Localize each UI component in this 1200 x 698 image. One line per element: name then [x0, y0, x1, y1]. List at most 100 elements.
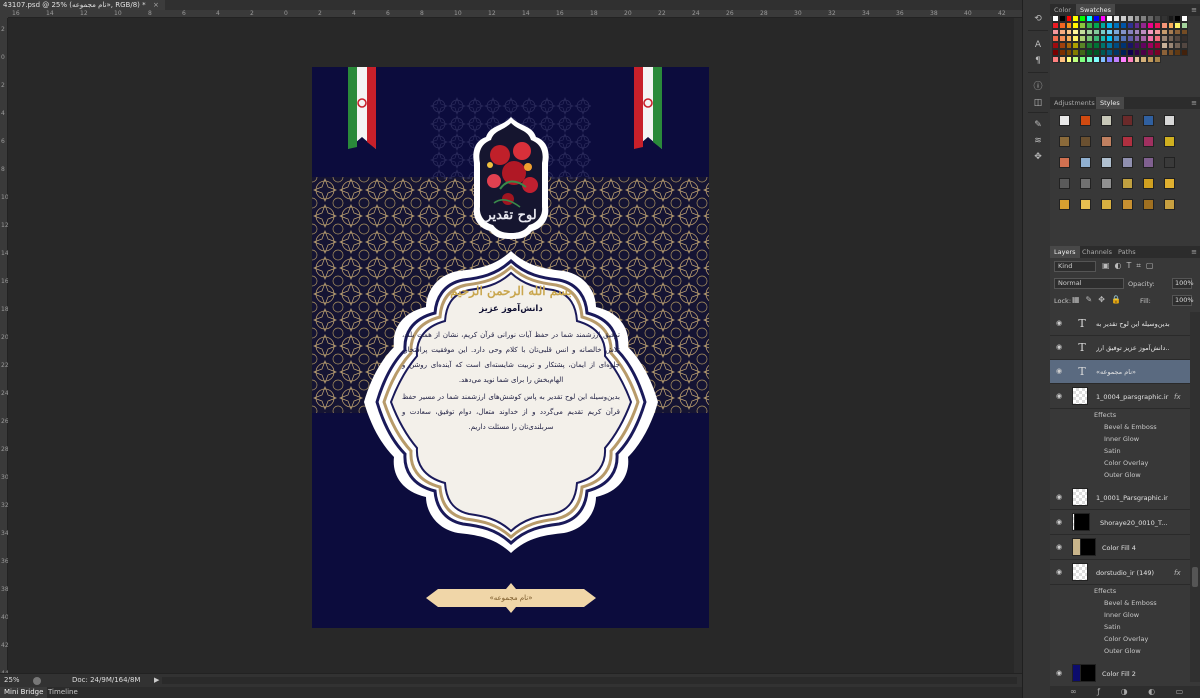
swatch[interactable] — [1058, 35, 1066, 43]
style-preset[interactable] — [1054, 152, 1075, 173]
layer-name[interactable]: 1_0004_parsgraphic.ir c... — [1096, 393, 1170, 401]
swatch[interactable] — [1085, 35, 1093, 43]
swatch[interactable] — [1099, 48, 1107, 56]
swatch[interactable] — [1147, 21, 1154, 29]
swatch[interactable] — [1113, 35, 1120, 43]
swatch[interactable] — [1119, 48, 1127, 56]
swatch[interactable] — [1058, 55, 1066, 63]
swatch[interactable] — [1085, 15, 1093, 22]
swatch[interactable] — [1065, 48, 1073, 56]
layer-row[interactable]: ◉ 1_0001_Parsgraphic.ir — [1050, 485, 1190, 510]
effects-header[interactable]: Effects — [1050, 409, 1190, 421]
effect-item[interactable]: Inner Glow — [1050, 609, 1190, 621]
layer-name[interactable]: dorstudio_ir (149) — [1096, 569, 1170, 577]
swatch[interactable] — [1079, 15, 1086, 22]
zoom-level[interactable]: 25% — [4, 676, 20, 684]
swatch[interactable] — [1052, 42, 1059, 49]
swatch[interactable] — [1092, 21, 1100, 29]
effect-item[interactable]: Bevel & Emboss — [1050, 421, 1190, 433]
swatch[interactable] — [1126, 21, 1134, 29]
style-preset[interactable] — [1138, 194, 1159, 215]
swatch[interactable] — [1133, 42, 1141, 49]
swatch[interactable] — [1126, 55, 1134, 63]
certificate-paragraph-1[interactable]: توفیق ارزشمند شما در حفظ آیات نورانی قرآ… — [402, 328, 620, 388]
swatch[interactable] — [1181, 15, 1188, 22]
character-icon[interactable]: A — [1031, 38, 1045, 52]
style-preset[interactable] — [1096, 131, 1117, 152]
name-placeholder-text[interactable]: «نام مجموعه» — [426, 583, 596, 613]
swatch[interactable] — [1140, 15, 1148, 22]
certificate-paragraph-2[interactable]: بدین‌وسیله این لوح تقدیر به پاس کوشش‌های… — [402, 390, 620, 435]
swatch[interactable] — [1126, 48, 1134, 56]
zoom-icon[interactable] — [33, 677, 41, 685]
tab-adjustments[interactable]: Adjustments — [1050, 97, 1099, 109]
layers-menu-icon[interactable]: ≡ — [1191, 246, 1197, 258]
swatch[interactable] — [1119, 42, 1127, 49]
swatch[interactable] — [1113, 21, 1120, 29]
style-preset[interactable] — [1054, 110, 1075, 131]
swatch[interactable] — [1167, 48, 1175, 56]
swatch[interactable] — [1052, 15, 1059, 22]
swatch[interactable] — [1065, 42, 1073, 49]
swatch[interactable] — [1065, 55, 1073, 63]
opacity-input[interactable]: 100% — [1172, 278, 1194, 289]
layer-effects-icon[interactable]: fx — [1174, 393, 1181, 401]
swatch[interactable] — [1106, 48, 1114, 56]
swatch[interactable] — [1119, 28, 1127, 36]
swatch[interactable] — [1099, 28, 1107, 36]
effect-item[interactable]: Satin — [1050, 445, 1190, 457]
swatch[interactable] — [1174, 48, 1182, 56]
ruler-corner[interactable] — [0, 10, 8, 18]
swatch[interactable] — [1052, 21, 1059, 29]
style-preset[interactable] — [1096, 110, 1117, 131]
layer-name[interactable]: «نام مجموعه» — [1096, 368, 1170, 376]
filter-icons[interactable]: ▣◐T⌗▢ — [1102, 261, 1159, 271]
swatch[interactable] — [1092, 15, 1100, 22]
swatch[interactable] — [1058, 42, 1066, 49]
swatch[interactable] — [1181, 48, 1188, 56]
effect-item[interactable]: Outer Glow — [1050, 469, 1190, 481]
styles-menu-icon[interactable]: ≡ — [1191, 97, 1197, 109]
effect-item[interactable]: Outer Glow — [1050, 645, 1190, 657]
style-preset[interactable] — [1159, 152, 1180, 173]
swatch[interactable] — [1160, 21, 1168, 29]
style-preset[interactable] — [1117, 152, 1138, 173]
effect-item[interactable]: Color Overlay — [1050, 457, 1190, 469]
swatch[interactable] — [1099, 55, 1107, 63]
swatch[interactable] — [1153, 48, 1161, 56]
swatch[interactable] — [1106, 55, 1114, 63]
swatch[interactable] — [1140, 21, 1148, 29]
swatch[interactable] — [1140, 28, 1148, 36]
status-menu-arrow-icon[interactable]: ▶ — [154, 676, 159, 684]
layer-name[interactable]: Shoraye20_0010_T... — [1100, 519, 1170, 527]
tab-timeline[interactable]: Timeline — [44, 687, 82, 698]
style-preset[interactable] — [1075, 131, 1096, 152]
layer-row[interactable]: ◉ dorstudio_ir (149) fx — [1050, 560, 1190, 585]
swatch[interactable] — [1167, 42, 1175, 49]
swatch[interactable] — [1106, 15, 1114, 22]
swatch[interactable] — [1133, 55, 1141, 63]
swatch[interactable] — [1079, 28, 1086, 36]
style-preset[interactable] — [1075, 152, 1096, 173]
swatch[interactable] — [1140, 35, 1148, 43]
swatch[interactable] — [1092, 48, 1100, 56]
swatch[interactable] — [1085, 48, 1093, 56]
layer-row[interactable]: ◉ Color Fill 2 — [1050, 661, 1190, 682]
layer-name[interactable]: بدین‌وسیله این لوح تقدیر به ... — [1096, 320, 1170, 328]
swatch[interactable] — [1181, 42, 1188, 49]
style-preset[interactable] — [1054, 131, 1075, 152]
swatch[interactable] — [1174, 21, 1182, 29]
clone-source-icon[interactable]: ✥ — [1031, 150, 1045, 164]
style-preset[interactable] — [1159, 173, 1180, 194]
swatch[interactable] — [1065, 15, 1073, 22]
panel-menu-icon[interactable]: ≡ — [1191, 4, 1197, 16]
swatch[interactable] — [1126, 15, 1134, 22]
swatch[interactable] — [1153, 35, 1161, 43]
swatch[interactable] — [1153, 15, 1161, 22]
history-icon[interactable]: ⟲ — [1031, 12, 1045, 26]
swatch[interactable] — [1106, 35, 1114, 43]
style-preset[interactable] — [1117, 194, 1138, 215]
swatch[interactable] — [1133, 48, 1141, 56]
document-canvas[interactable]: لوح تقدیر بسم الله الرحمن الرحیم دانش‌آم… — [312, 67, 709, 628]
layers-scrollbar[interactable] — [1190, 312, 1200, 682]
